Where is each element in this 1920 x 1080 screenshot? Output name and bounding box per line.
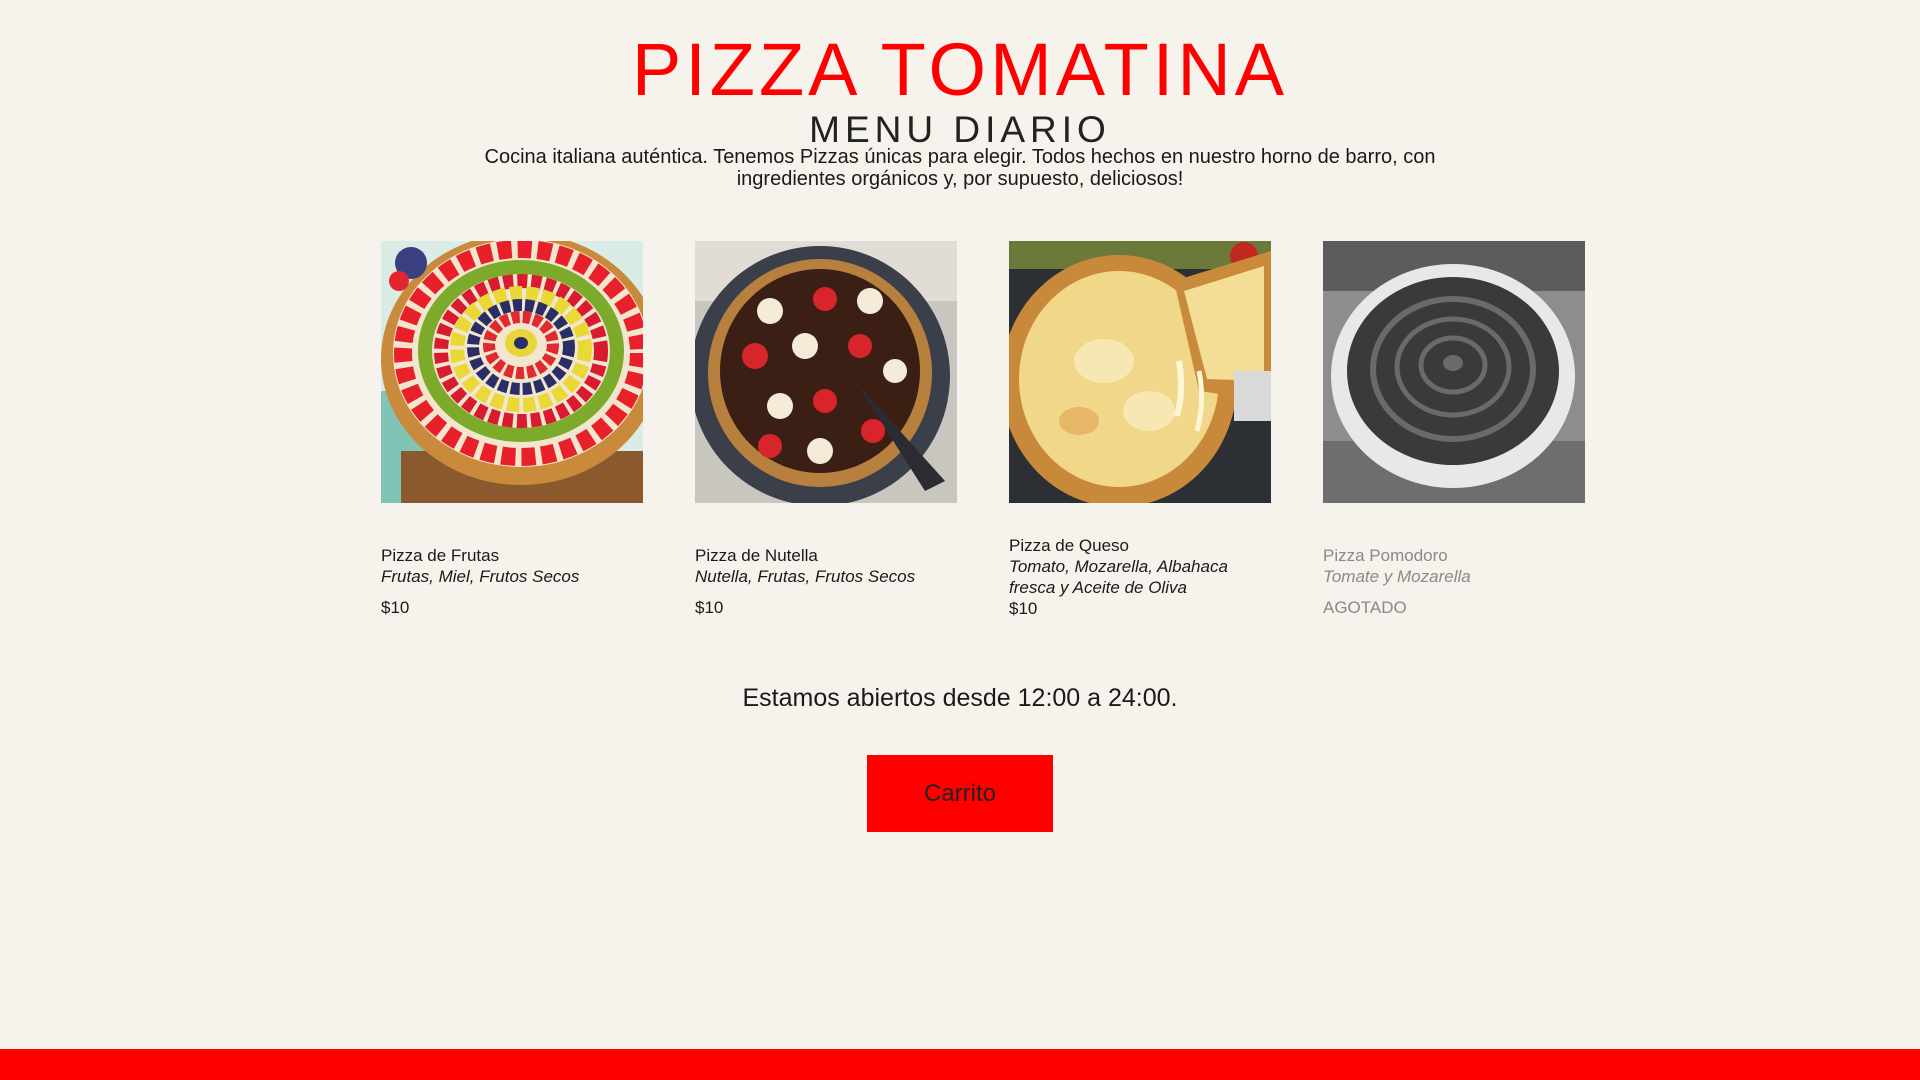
menu-item-pomodoro[interactable]: Pizza Pomodoro Tomate y Mozarella AGOTAD…: [1323, 241, 1585, 617]
item-price: $10: [695, 598, 724, 617]
item-price: $10: [1009, 599, 1038, 618]
item-ingredients: Frutas, Miel, Frutos Secos: [381, 567, 580, 586]
item-name: Pizza de Queso: [1009, 536, 1130, 555]
pizza-queso-image: [1009, 241, 1271, 503]
pizza-pomodoro-image: [1323, 241, 1585, 503]
item-ingredients: Tomato, Mozarella, Albahaca fresca y Ace…: [1009, 557, 1228, 597]
restaurant-description: Cocina italiana auténtica. Tenemos Pizza…: [484, 146, 1436, 190]
menu-item-info: Pizza Pomodoro Tomate y Mozarella AGOTAD…: [1323, 545, 1585, 618]
footer-bar: [0, 1049, 1920, 1080]
item-name: Pizza de Frutas: [381, 546, 500, 565]
menu-item-info: Pizza de Queso Tomato, Mozarella, Albaha…: [1009, 535, 1271, 619]
menu-item-queso[interactable]: Pizza de Queso Tomato, Mozarella, Albaha…: [1009, 241, 1271, 618]
sold-out-label: AGOTADO: [1323, 598, 1407, 617]
page-title: PIZZA TOMATINA: [631, 28, 1289, 111]
cart-button[interactable]: Carrito: [867, 755, 1053, 832]
item-name: Pizza Pomodoro: [1323, 546, 1448, 565]
page: PIZZA TOMATINA MENU DIARIO Cocina italia…: [0, 0, 1920, 1080]
menu-item-frutas[interactable]: Pizza de Frutas Frutas, Miel, Frutos Sec…: [381, 241, 643, 617]
menu-item-info: Pizza de Nutella Nutella, Frutas, Frutos…: [695, 545, 957, 618]
item-ingredients: Nutella, Frutas, Frutos Secos: [695, 567, 916, 586]
pizza-frutas-image: [381, 241, 643, 503]
item-price: $10: [381, 598, 410, 617]
pizza-nutella-image: [695, 241, 957, 503]
item-name: Pizza de Nutella: [695, 546, 818, 565]
menu-item-nutella[interactable]: Pizza de Nutella Nutella, Frutas, Frutos…: [695, 241, 957, 617]
item-ingredients: Tomate y Mozarella: [1323, 567, 1471, 586]
menu-item-info: Pizza de Frutas Frutas, Miel, Frutos Sec…: [381, 545, 643, 618]
opening-hours: Estamos abiertos desde 12:00 a 24:00.: [742, 684, 1178, 712]
